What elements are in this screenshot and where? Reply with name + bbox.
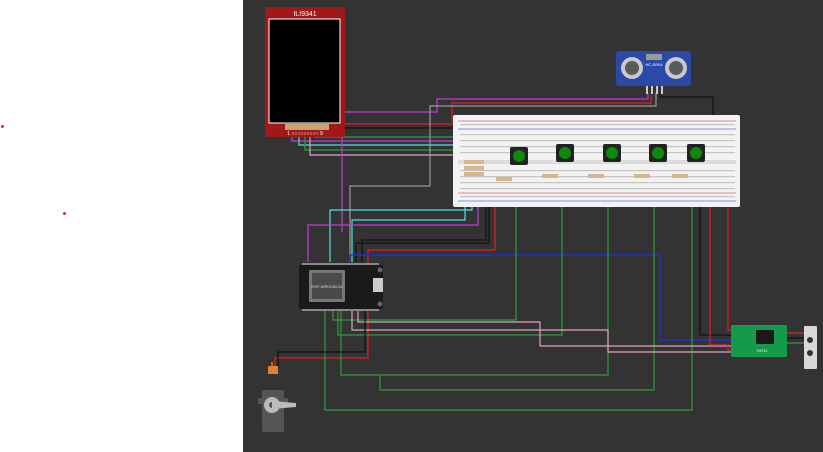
wire[interactable]	[349, 254, 732, 341]
esp32-board[interactable]: ESP-WROOM-32	[299, 263, 383, 311]
hx711-label: HX711	[757, 349, 767, 353]
ultrasonic-label: HC-SR04	[645, 62, 663, 67]
wire[interactable]	[355, 200, 490, 262]
push-button[interactable]	[510, 147, 528, 165]
marker-dot	[1, 125, 4, 128]
push-button[interactable]	[556, 144, 574, 162]
simulation-canvas[interactable]: ILI9341 1 ○○○○○○○○○ 9 HC-SR04 ESP-WROOM-…	[243, 0, 823, 452]
wire[interactable]	[379, 182, 655, 391]
wire[interactable]	[709, 200, 732, 351]
esp32-label: ESP-WROOM-32	[311, 284, 343, 289]
wire[interactable]	[699, 200, 732, 336]
marker-dot	[63, 212, 66, 215]
push-button[interactable]	[603, 144, 621, 162]
ultrasonic-sensor[interactable]: HC-SR04	[616, 51, 691, 94]
push-button[interactable]	[649, 144, 667, 162]
left-panel	[0, 0, 243, 452]
tft-pin-label: 1 ○○○○○○○○○ 9	[287, 131, 323, 137]
circuit-diagram: ILI9341 1 ○○○○○○○○○ 9 HC-SR04 ESP-WROOM-…	[258, 7, 817, 432]
hx711-module[interactable]: HX711	[731, 325, 787, 357]
push-button[interactable]	[687, 144, 705, 162]
tft-display[interactable]: ILI9341 1 ○○○○○○○○○ 9	[265, 7, 345, 137]
load-cell[interactable]	[804, 326, 817, 369]
tft-label: ILI9341	[293, 11, 316, 18]
servo-motor[interactable]	[258, 366, 296, 432]
